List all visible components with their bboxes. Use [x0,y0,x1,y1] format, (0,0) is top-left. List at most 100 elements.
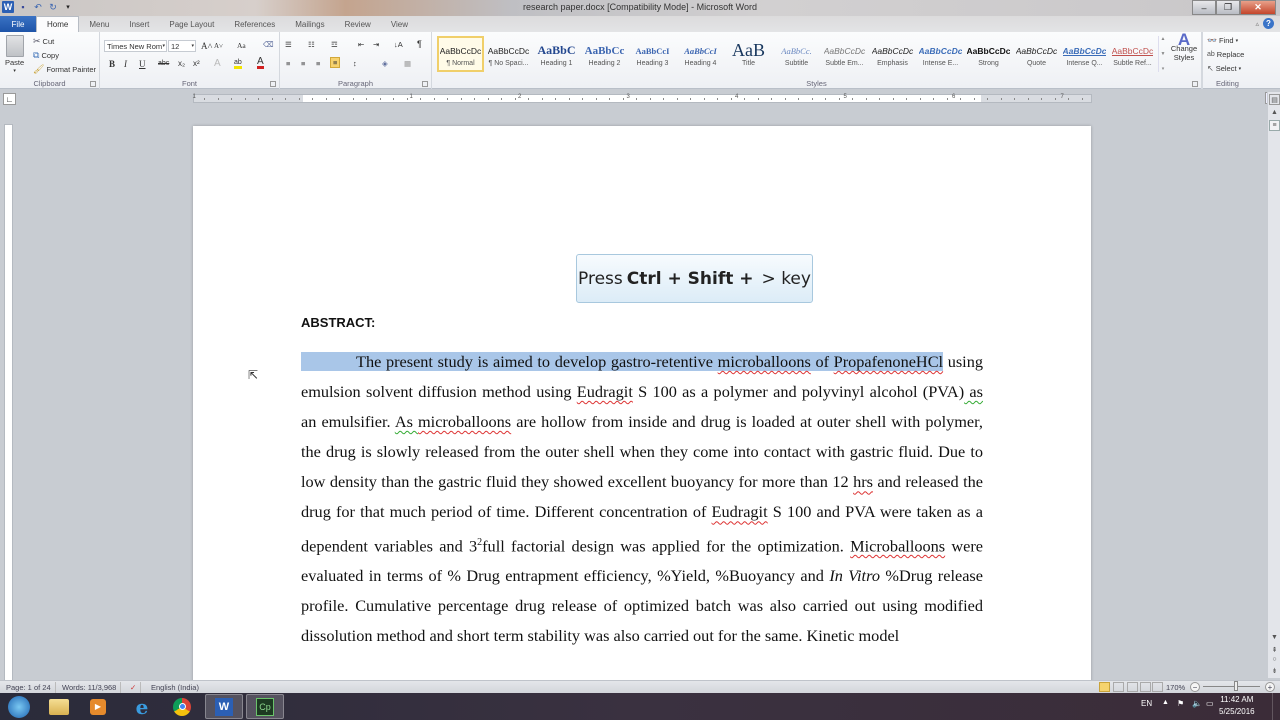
style-no-spaci[interactable]: AaBbCcDc ¶ No Spaci... [485,36,532,72]
full-screen-reading-button[interactable] [1113,682,1124,692]
style-subtle-em[interactable]: AaBbCcDc Subtle Em... [821,36,868,72]
justify-button[interactable]: ≡ [330,57,341,68]
language-bar[interactable]: EN [1141,699,1152,708]
outline-view-button[interactable] [1140,682,1151,692]
minimize-ribbon-icon[interactable]: ▵ [1255,20,1259,28]
tab-home[interactable]: Home [36,16,80,32]
proofing-icon[interactable]: ✓ [126,682,142,693]
word-count[interactable]: Words: 11/3,968 [58,682,122,693]
gallery-up-icon[interactable]: ▲ [1161,36,1166,42]
style-emphasis[interactable]: AaBbCcDc Emphasis [869,36,916,72]
document-page[interactable]: Press Ctrl + Shift + > key ABSTRACT: The… [193,126,1091,686]
help-icon[interactable]: ? [1263,18,1274,29]
show-marks-button[interactable]: ¶ [417,39,422,49]
tab-menu[interactable]: Menu [79,16,119,32]
style-heading-2[interactable]: AaBbCc Heading 2 [581,36,628,72]
gallery-down-icon[interactable]: ▼ [1161,51,1166,57]
tab-view[interactable]: View [381,16,418,32]
tab-review[interactable]: Review [335,16,381,32]
taskbar-word[interactable]: W [205,694,243,719]
taskbar-media-player[interactable]: ▶ [79,694,117,719]
style-subtle-ref[interactable]: AaBbCcDc Subtle Ref... [1109,36,1156,72]
action-center-icon[interactable]: ⚑ [1177,699,1184,708]
page-count[interactable]: Page: 1 of 24 [2,682,56,693]
multilevel-list-button[interactable]: ☲ [331,40,338,49]
vertical-scrollbar[interactable]: ▤ ▲ ≡ ▼ ⇞ ○ ⇟ [1267,92,1280,678]
horizontal-ruler[interactable]: 1 1 2 3 4 5 6 7 [193,94,1092,103]
shrink-font-button[interactable]: A˅ [214,42,223,50]
language-indicator[interactable]: English (India) [147,682,203,693]
tab-mailings[interactable]: Mailings [285,16,334,32]
close-button[interactable]: ✕ [1240,0,1276,15]
next-page-button[interactable]: ⇟ [1269,665,1280,676]
zoom-level[interactable]: 170% [1162,682,1189,693]
format-painter-button[interactable]: 🖌 Format Painter [33,64,96,75]
replace-button[interactable]: ab Replace [1207,50,1244,59]
style-gallery-scroll[interactable]: ▲ ▼ ▾ [1158,36,1167,72]
style-normal[interactable]: AaBbCcDc ¶ Normal [437,36,484,72]
select-button[interactable]: ↖ Select ▾ [1207,64,1241,73]
find-button[interactable]: 👓 Find ▾ [1207,36,1238,45]
style-quote[interactable]: AaBbCcDc Quote [1013,36,1060,72]
scroll-down-button[interactable]: ▼ [1269,632,1280,643]
taskbar-captivate[interactable]: Cp [246,694,284,719]
zoom-slider[interactable] [1203,681,1260,691]
print-layout-view-button[interactable] [1099,682,1110,692]
gallery-more-icon[interactable]: ▾ [1162,66,1165,72]
superscript-button[interactable]: x² [193,59,200,68]
style-title[interactable]: AaB Title [725,36,772,72]
web-layout-button[interactable] [1127,682,1138,692]
grow-font-button[interactable]: A˄ [201,41,213,51]
center-button[interactable]: ≡ [301,59,305,68]
paragraph-launcher[interactable] [422,81,428,87]
clear-formatting-button[interactable]: ⌫ [263,40,274,49]
network-icon[interactable]: ▭ [1206,699,1214,708]
style-heading-3[interactable]: AaBbCcI Heading 3 [629,36,676,72]
scroll-up-button[interactable]: ▲ [1269,107,1280,118]
italic-button[interactable]: I [124,59,127,69]
style-strong[interactable]: AaBbCcDc Strong [965,36,1012,72]
minimize-button[interactable]: – [1192,0,1216,15]
align-right-button[interactable]: ≡ [316,59,320,68]
line-spacing-button[interactable]: ↕ [353,59,357,68]
show-hidden-icons[interactable]: ▲ [1162,699,1169,706]
scroll-thumb[interactable]: ≡ [1269,120,1280,131]
show-desktop-button[interactable] [1272,693,1280,720]
sort-button[interactable]: ↓A [394,40,403,49]
start-button[interactable] [0,694,38,719]
borders-button[interactable]: ▦ [404,59,411,68]
clipboard-launcher[interactable] [90,81,96,87]
clock[interactable]: 11:42 AM 5/25/2016 [1219,694,1255,718]
change-case-button[interactable]: Aa [237,41,246,50]
selected-text[interactable]: The present study is aimed to develop ga… [301,352,944,371]
bullets-button[interactable]: ☰ [285,40,292,49]
subscript-button[interactable]: x₂ [178,59,185,68]
bold-button[interactable]: B [109,59,115,69]
style-intense-q[interactable]: AaBbCcDc Intense Q... [1061,36,1108,72]
style-intense-e[interactable]: AaBbCcDc Intense E... [917,36,964,72]
abstract-paragraph[interactable]: The present study is aimed to develop ga… [301,347,983,651]
tab-insert[interactable]: Insert [119,16,159,32]
numbering-button[interactable]: ☷ [308,40,315,49]
paste-button[interactable]: Paste ▾ [5,35,24,74]
ruler-toggle-icon[interactable]: ▤ [1269,94,1280,105]
text-effects-button[interactable]: A [214,58,221,69]
taskbar-chrome[interactable] [163,694,201,719]
font-color-button[interactable]: A [257,57,264,69]
taskbar-file-explorer[interactable] [40,694,78,719]
align-left-button[interactable]: ≡ [286,59,290,68]
tab-selector-button[interactable]: ∟ [3,93,16,105]
style-subtitle[interactable]: AaBbCc. Subtitle [773,36,820,72]
browse-object-button[interactable]: ○ [1269,654,1280,665]
change-styles-button[interactable]: A Change Styles [1168,31,1200,62]
font-launcher[interactable] [270,81,276,87]
style-heading-1[interactable]: AaBbC Heading 1 [533,36,580,72]
taskbar-internet-explorer[interactable]: e [123,694,161,719]
tab-page-layout[interactable]: Page Layout [159,16,224,32]
highlight-button[interactable]: ab [234,59,242,69]
font-size-select[interactable]: 12 ▾ [168,40,196,52]
zoom-out-button[interactable]: − [1190,682,1200,692]
font-name-select[interactable]: Times New Rom ▾ [104,40,167,52]
tab-file[interactable]: File [0,16,36,32]
decrease-indent-button[interactable]: ⇤ [358,40,364,49]
